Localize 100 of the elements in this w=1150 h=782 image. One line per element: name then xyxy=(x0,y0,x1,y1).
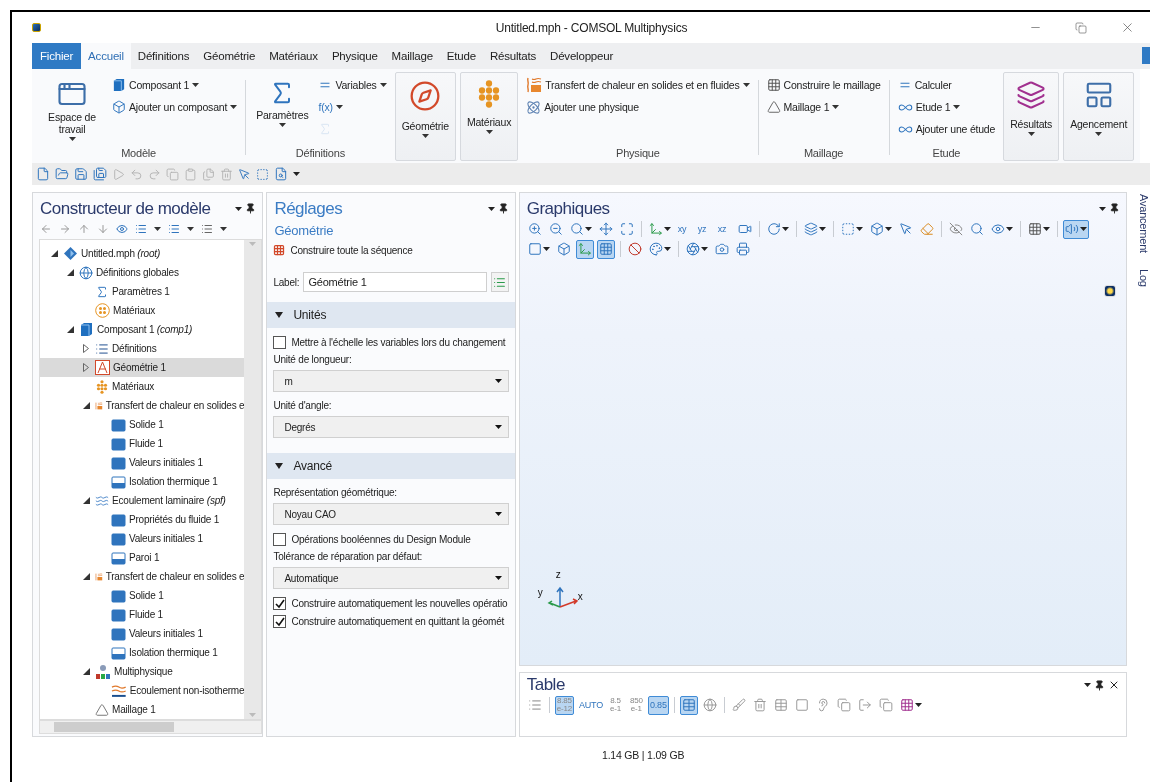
down-icon[interactable] xyxy=(97,223,109,235)
list-icon[interactable] xyxy=(201,223,213,235)
collapsed-icon[interactable] xyxy=(83,344,89,353)
tree-item[interactable]: Fluide 1 xyxy=(40,434,245,453)
tree-item[interactable]: Transfert de chaleur en solides e xyxy=(40,567,245,586)
ribbon-button[interactable]: Agencement xyxy=(1068,78,1130,139)
tree-item[interactable]: Maillage 1 xyxy=(40,700,245,719)
tree-item[interactable]: Propriétés du fluide 1 xyxy=(40,510,245,529)
checkbox[interactable] xyxy=(273,336,287,349)
expanded-icon[interactable] xyxy=(82,402,90,409)
ribbon-button[interactable]: Composant 1 xyxy=(112,77,238,93)
tree-item[interactable]: Paramètres 1 xyxy=(40,282,245,301)
ribbon-tab[interactable]: Résultats xyxy=(482,43,544,69)
toolbar-button[interactable] xyxy=(55,167,69,181)
tree-item[interactable]: Fluide 1 xyxy=(40,605,245,624)
build-all-link[interactable]: Construire toute la séquence xyxy=(273,244,509,256)
toolbar-button[interactable]: 850 e-1 xyxy=(627,695,645,715)
ribbon-button[interactable]: Ajouter une physique xyxy=(526,99,750,115)
ribbon-button[interactable]: Calculer xyxy=(897,77,996,93)
ribbon-button[interactable]: f(x) xyxy=(318,99,387,115)
pin-icon[interactable] xyxy=(245,203,257,214)
ribbon-tab[interactable]: Définitions xyxy=(130,43,197,69)
tree-item[interactable]: Composant 1 (comp1) xyxy=(40,320,245,339)
toolbar-button[interactable] xyxy=(575,239,594,259)
toolbar-button[interactable]: yz xyxy=(695,219,713,239)
expanded-icon[interactable] xyxy=(50,250,58,257)
tree-item[interactable]: Valeurs initiales 1 xyxy=(40,529,245,548)
tree-item[interactable]: Isolation thermique 1 xyxy=(40,472,245,491)
ribbon-tab[interactable]: Géométrie xyxy=(196,43,263,69)
file-menu-button[interactable]: Fichier xyxy=(32,43,82,69)
tree-item[interactable]: Solide 1 xyxy=(40,415,245,434)
ribbon-button[interactable]: Paramètres xyxy=(254,77,311,130)
expanded-icon[interactable] xyxy=(82,497,90,504)
tree-item[interactable]: Paroi 1 xyxy=(40,548,245,567)
ribbon-button[interactable]: Etude 1 xyxy=(897,99,996,115)
ribbon-button[interactable]: Variables xyxy=(318,77,387,93)
toolbar-button[interactable]: 8.5 e-1 xyxy=(607,695,625,715)
tree-item[interactable]: Multiphysique xyxy=(40,662,245,681)
tree-item[interactable]: Isolation thermique 1 xyxy=(40,643,245,662)
toolbar-button[interactable] xyxy=(238,167,251,181)
eye-icon[interactable] xyxy=(116,223,128,235)
tree-item[interactable]: Solide 1 xyxy=(40,586,245,605)
dropdown[interactable]: Noyau CAO xyxy=(273,503,509,525)
ribbon-button[interactable]: Construire le maillage xyxy=(766,77,881,93)
pin-icon[interactable] xyxy=(1094,679,1106,691)
tree-item[interactable]: Définitions globales xyxy=(40,263,245,282)
toolbar-button[interactable] xyxy=(596,239,615,259)
tree-item[interactable]: Transfert de chaleur en solides e xyxy=(40,396,245,415)
side-tab[interactable]: Avancement xyxy=(1130,194,1150,253)
list-icon[interactable] xyxy=(168,223,180,235)
tree-item[interactable]: Géométrie 1 xyxy=(40,358,245,377)
section-header[interactable]: Unités xyxy=(267,302,515,328)
ribbon-button[interactable]: Ajouter un composant xyxy=(112,99,238,115)
ribbon-tab[interactable]: Développeur xyxy=(543,43,621,69)
toolbar-button[interactable] xyxy=(93,167,107,181)
ribbon-button[interactable]: Espace de travail xyxy=(40,77,104,144)
scrollbar[interactable] xyxy=(244,240,262,719)
ribbon-tab[interactable]: Accueil xyxy=(81,43,131,69)
side-tab[interactable]: Log xyxy=(1130,268,1150,287)
scrollbar[interactable] xyxy=(39,720,263,734)
ribbon-button[interactable]: Résultats xyxy=(1008,78,1055,139)
tree-item[interactable]: Untitled.mph (root) xyxy=(40,244,245,263)
checkbox[interactable] xyxy=(273,597,287,610)
dropdown[interactable]: Degrés xyxy=(273,416,509,438)
tree-item[interactable]: Matériaux xyxy=(40,377,245,396)
toolbar-button[interactable] xyxy=(1062,219,1089,239)
ribbon-tab[interactable]: Matériaux xyxy=(262,43,325,69)
tree-item[interactable]: Définitions xyxy=(40,339,245,358)
toolbar-button[interactable]: AUTO xyxy=(576,695,605,715)
checkbox[interactable] xyxy=(273,533,287,546)
tree-item[interactable]: Valeurs initiales 1 xyxy=(40,624,245,643)
checkbox[interactable] xyxy=(273,615,287,628)
toolbar-button[interactable]: xy xyxy=(675,219,693,239)
label-field[interactable]: Géométrie 1 xyxy=(303,272,487,292)
ribbon-button[interactable]: Matériaux xyxy=(464,78,514,137)
section-header[interactable]: Avancé xyxy=(267,453,515,479)
dropdown[interactable]: m xyxy=(273,370,509,392)
list-icon[interactable] xyxy=(135,223,147,235)
ribbon-button[interactable]: Ajouter une étude xyxy=(897,121,996,137)
ribbon-button[interactable]: Transfert de chaleur en solides et en fluides xyxy=(526,77,750,93)
tree-item[interactable]: Ecoulement non-isotherme xyxy=(40,681,245,700)
expanded-icon[interactable] xyxy=(66,269,74,276)
toolbar-button[interactable] xyxy=(274,167,288,181)
expanded-icon[interactable] xyxy=(82,668,90,675)
back-icon[interactable] xyxy=(40,223,52,235)
toolbar-button[interactable] xyxy=(679,695,698,715)
toolbar-button[interactable] xyxy=(36,167,50,181)
toolbar-button[interactable]: xz xyxy=(715,219,733,239)
pin-icon[interactable] xyxy=(497,203,509,214)
expanded-icon[interactable] xyxy=(66,326,74,333)
forward-icon[interactable] xyxy=(59,223,71,235)
dropdown[interactable]: Automatique xyxy=(273,567,509,589)
ribbon-button[interactable]: Géométrie xyxy=(399,78,451,141)
ribbon-tab[interactable]: Maillage xyxy=(384,43,440,69)
up-icon[interactable] xyxy=(78,223,90,235)
tree-item[interactable]: Matériaux xyxy=(40,301,245,320)
collapsed-icon[interactable] xyxy=(83,363,89,372)
pin-icon[interactable] xyxy=(1109,203,1121,214)
expanded-icon[interactable] xyxy=(82,573,90,580)
ribbon-button[interactable]: Maillage 1 xyxy=(766,99,881,115)
